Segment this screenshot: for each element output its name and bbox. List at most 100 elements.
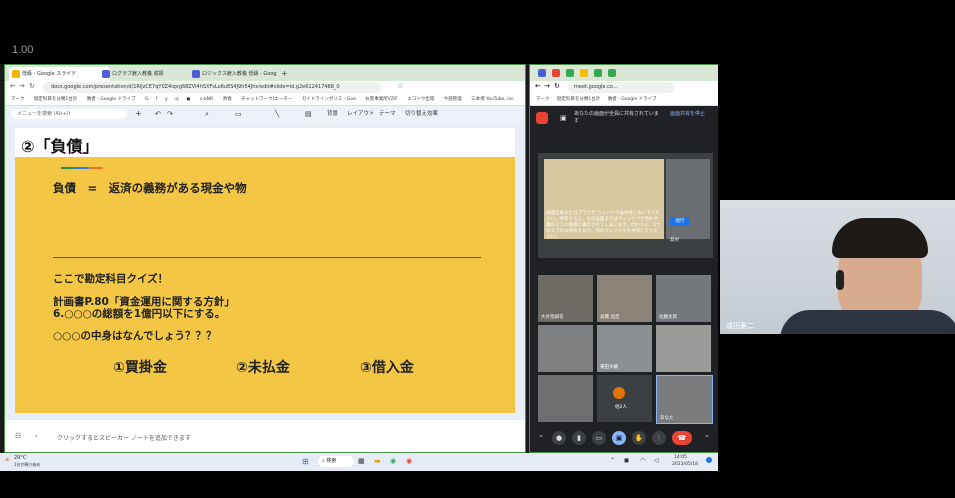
participant-name: 他2人: [615, 405, 627, 410]
slide[interactable]: ②「負債」 負債 = 返済の義務がある現金や物 ここで勘定科目クイズ！ 計画書P…: [15, 128, 515, 413]
reload-icon[interactable]: ↻: [29, 82, 35, 90]
bookmark-item[interactable]: チャットワーク[エーター: [241, 97, 292, 102]
present-now-icon[interactable]: ▣: [612, 431, 626, 445]
zoom-icon[interactable]: ⌕: [205, 106, 209, 122]
tab-icon[interactable]: [594, 69, 602, 77]
toolbar-theme[interactable]: テーマ: [379, 106, 396, 122]
toolbar-layout[interactable]: レイアウト: [347, 106, 375, 122]
option-1: ①買掛金: [113, 360, 167, 376]
url-input[interactable]: docs.google.com/presentation/d/1RlJzCE7q…: [43, 82, 381, 93]
tab-icon[interactable]: [580, 69, 588, 77]
bookmark-item[interactable]: G: [145, 97, 149, 102]
bookmark-item[interactable]: エコトウ出席: [407, 97, 434, 102]
participant-tile[interactable]: 高橋 北音: [597, 275, 652, 322]
tab-label: ロジックス雇入教養 低級 - Goog: [202, 71, 277, 77]
participant-tile[interactable]: [538, 375, 593, 422]
notification-icon[interactable]: [706, 457, 712, 463]
end-call-icon[interactable]: ☎: [672, 431, 692, 445]
text-box-icon[interactable]: ▭: [235, 106, 242, 122]
bookmark-item[interactable]: ◎: [175, 97, 179, 102]
participant-tile[interactable]: [656, 325, 711, 372]
quiz-heading: ここで勘定科目クイズ！: [53, 273, 169, 285]
captions-icon[interactable]: ▭: [592, 431, 606, 445]
participant-tile[interactable]: [538, 325, 593, 372]
toolbar-transition[interactable]: 切り替え効果: [405, 106, 438, 122]
meet-url-input[interactable]: meet.google.co...: [568, 82, 674, 93]
line-icon[interactable]: ╲: [275, 106, 279, 122]
redo-icon[interactable]: ↷: [167, 106, 173, 122]
add-icon[interactable]: +: [135, 106, 142, 122]
participant-tile-others[interactable]: 他2人: [597, 375, 652, 422]
chrome-icon[interactable]: ◉: [390, 457, 396, 465]
bookmark-item[interactable]: ●: [186, 97, 190, 102]
volume-icon[interactable]: ◁: [654, 457, 659, 464]
bookmark-item[interactable]: ガイドラインボリス - Goo: [302, 97, 356, 102]
tab-icon[interactable]: [538, 69, 546, 77]
new-tab-icon[interactable]: +: [281, 67, 291, 81]
grid-view-icon[interactable]: ☷: [15, 432, 21, 440]
tab-doc-1[interactable]: ログラブ雇入教養 成振: [99, 67, 200, 81]
slide-header: ②「負債」: [15, 128, 515, 157]
toolbar-background[interactable]: 背景: [327, 106, 338, 122]
comment-icon[interactable]: ▤: [305, 106, 312, 122]
bookmark-item[interactable]: 勝者 - Google ドライブ: [608, 97, 657, 102]
raise-hand-icon[interactable]: ✋: [632, 431, 646, 445]
task-view-icon[interactable]: ▦: [358, 457, 365, 465]
participant-name: 高橋 北音: [600, 315, 620, 320]
back-icon[interactable]: ←: [535, 82, 541, 90]
participant-tile[interactable]: 東田大輔: [597, 325, 652, 372]
participant-tile-self[interactable]: あなた: [656, 375, 713, 424]
bookmark-item[interactable]: c-bNR: [200, 97, 213, 102]
tab-icon[interactable]: [566, 69, 574, 77]
tab-doc-2[interactable]: ロジックス雇入教養 低級 - Goog: [189, 67, 290, 81]
webcam-feed: 成田憲二: [720, 200, 955, 334]
bookmark-item[interactable]: y: [165, 97, 168, 102]
camera-icon[interactable]: ▮: [572, 431, 586, 445]
participant-tile[interactable]: 佐藤太郎: [656, 275, 711, 322]
preview-continue-button[interactable]: 続行: [670, 217, 690, 226]
clock-date[interactable]: 2023/05/18: [672, 462, 698, 467]
bookmark-item[interactable]: マーク: [11, 97, 25, 102]
bookmark-item[interactable]: 勘定科目を分類1台計: [557, 97, 600, 102]
search-icon: ⌕: [322, 458, 325, 464]
menu-search-input[interactable]: メニューを検索 (Alt+/): [11, 109, 127, 119]
windows-start-icon[interactable]: ⊞: [302, 457, 309, 466]
file-explorer-icon[interactable]: ▬: [374, 457, 381, 465]
undo-icon[interactable]: ↶: [155, 106, 161, 122]
chevron-right-icon[interactable]: ›: [35, 432, 38, 440]
more-options-icon[interactable]: ⋮: [652, 431, 666, 445]
bookmark-item[interactable]: マーク: [536, 97, 550, 102]
bookmark-item[interactable]: 青春: [223, 97, 232, 102]
preview-dismiss-button[interactable]: 無視: [670, 237, 679, 243]
wifi-icon[interactable]: ◠: [640, 457, 645, 464]
presenter-suit: [780, 310, 955, 334]
tab-icon[interactable]: [552, 69, 560, 77]
bookmark-item[interactable]: お客事業所VZIF: [365, 97, 398, 102]
participant-tile[interactable]: 大谷皇嗣花: [538, 275, 593, 322]
chrome-icon[interactable]: ◉: [406, 457, 412, 465]
star-icon[interactable]: ☆: [397, 82, 403, 90]
bookmark-item[interactable]: 勝者 - Google ドライブ: [87, 97, 136, 102]
tray-chevron-icon[interactable]: ⌃: [610, 457, 615, 464]
weather-temp[interactable]: 29°C: [14, 455, 26, 461]
tab-slides[interactable]: 低級 - Google スライド: [9, 67, 110, 81]
tab-icon[interactable]: [608, 69, 616, 77]
forward-icon[interactable]: →: [19, 82, 25, 90]
speaker-notes[interactable]: ☷ › クリックするとスピーカー ノートを追加できます: [5, 420, 525, 452]
bookmark-item[interactable]: 三本博 YouTube, inc: [471, 97, 514, 102]
clock-time[interactable]: 14:05: [674, 455, 687, 460]
taskbar-search[interactable]: ⌕ 検索: [318, 456, 354, 467]
meet-browser-window: ← → ↻ meet.google.co... マーク 勘定科目を分類1台計 勝…: [529, 64, 718, 453]
bookmark-item[interactable]: 今週管理: [444, 97, 462, 102]
more-info-icon[interactable]: ⌃: [534, 431, 548, 445]
desktop: 低級 - Google スライド ログラブ雇入教養 成振 ロジックス雇入教養 低…: [0, 64, 718, 471]
forward-icon[interactable]: →: [544, 82, 550, 90]
bookmark-item[interactable]: 勘定科目を分類1台計: [34, 97, 77, 102]
chevron-up-icon[interactable]: ⌃: [700, 431, 714, 445]
reload-icon[interactable]: ↻: [554, 82, 560, 90]
tray-icon[interactable]: ◼: [624, 457, 629, 464]
bookmark-item[interactable]: f: [156, 97, 158, 102]
back-icon[interactable]: ←: [10, 82, 16, 90]
mic-icon[interactable]: ●: [552, 431, 566, 445]
stop-sharing-button[interactable]: 画面共有を停止: [670, 111, 716, 118]
